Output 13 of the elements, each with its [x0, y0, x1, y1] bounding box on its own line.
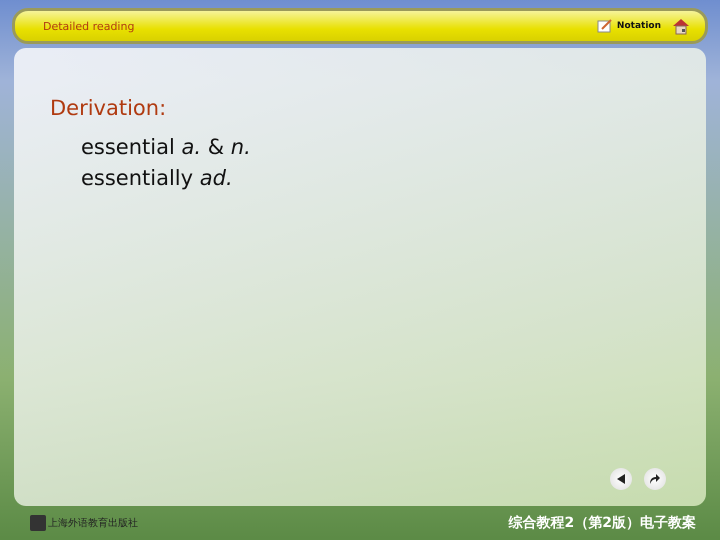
- home-icon[interactable]: [671, 16, 691, 36]
- publisher-name: 上海外语教育出版社: [48, 516, 138, 530]
- forward-button[interactable]: [644, 468, 666, 490]
- slide-title: Detailed reading: [43, 20, 134, 32]
- back-button[interactable]: [610, 468, 632, 490]
- word-entry: essential a. & n.: [81, 134, 252, 161]
- right-arrow-icon: [649, 473, 661, 485]
- word-entry: essentially ad.: [81, 165, 234, 192]
- left-triangle-icon: [616, 474, 626, 484]
- notation-button[interactable]: Notation: [616, 21, 661, 31]
- course-title: 综合教程2（第2版）电子教案: [508, 514, 696, 532]
- section-heading: Derivation:: [50, 96, 168, 120]
- pencil-note-icon: [596, 18, 613, 34]
